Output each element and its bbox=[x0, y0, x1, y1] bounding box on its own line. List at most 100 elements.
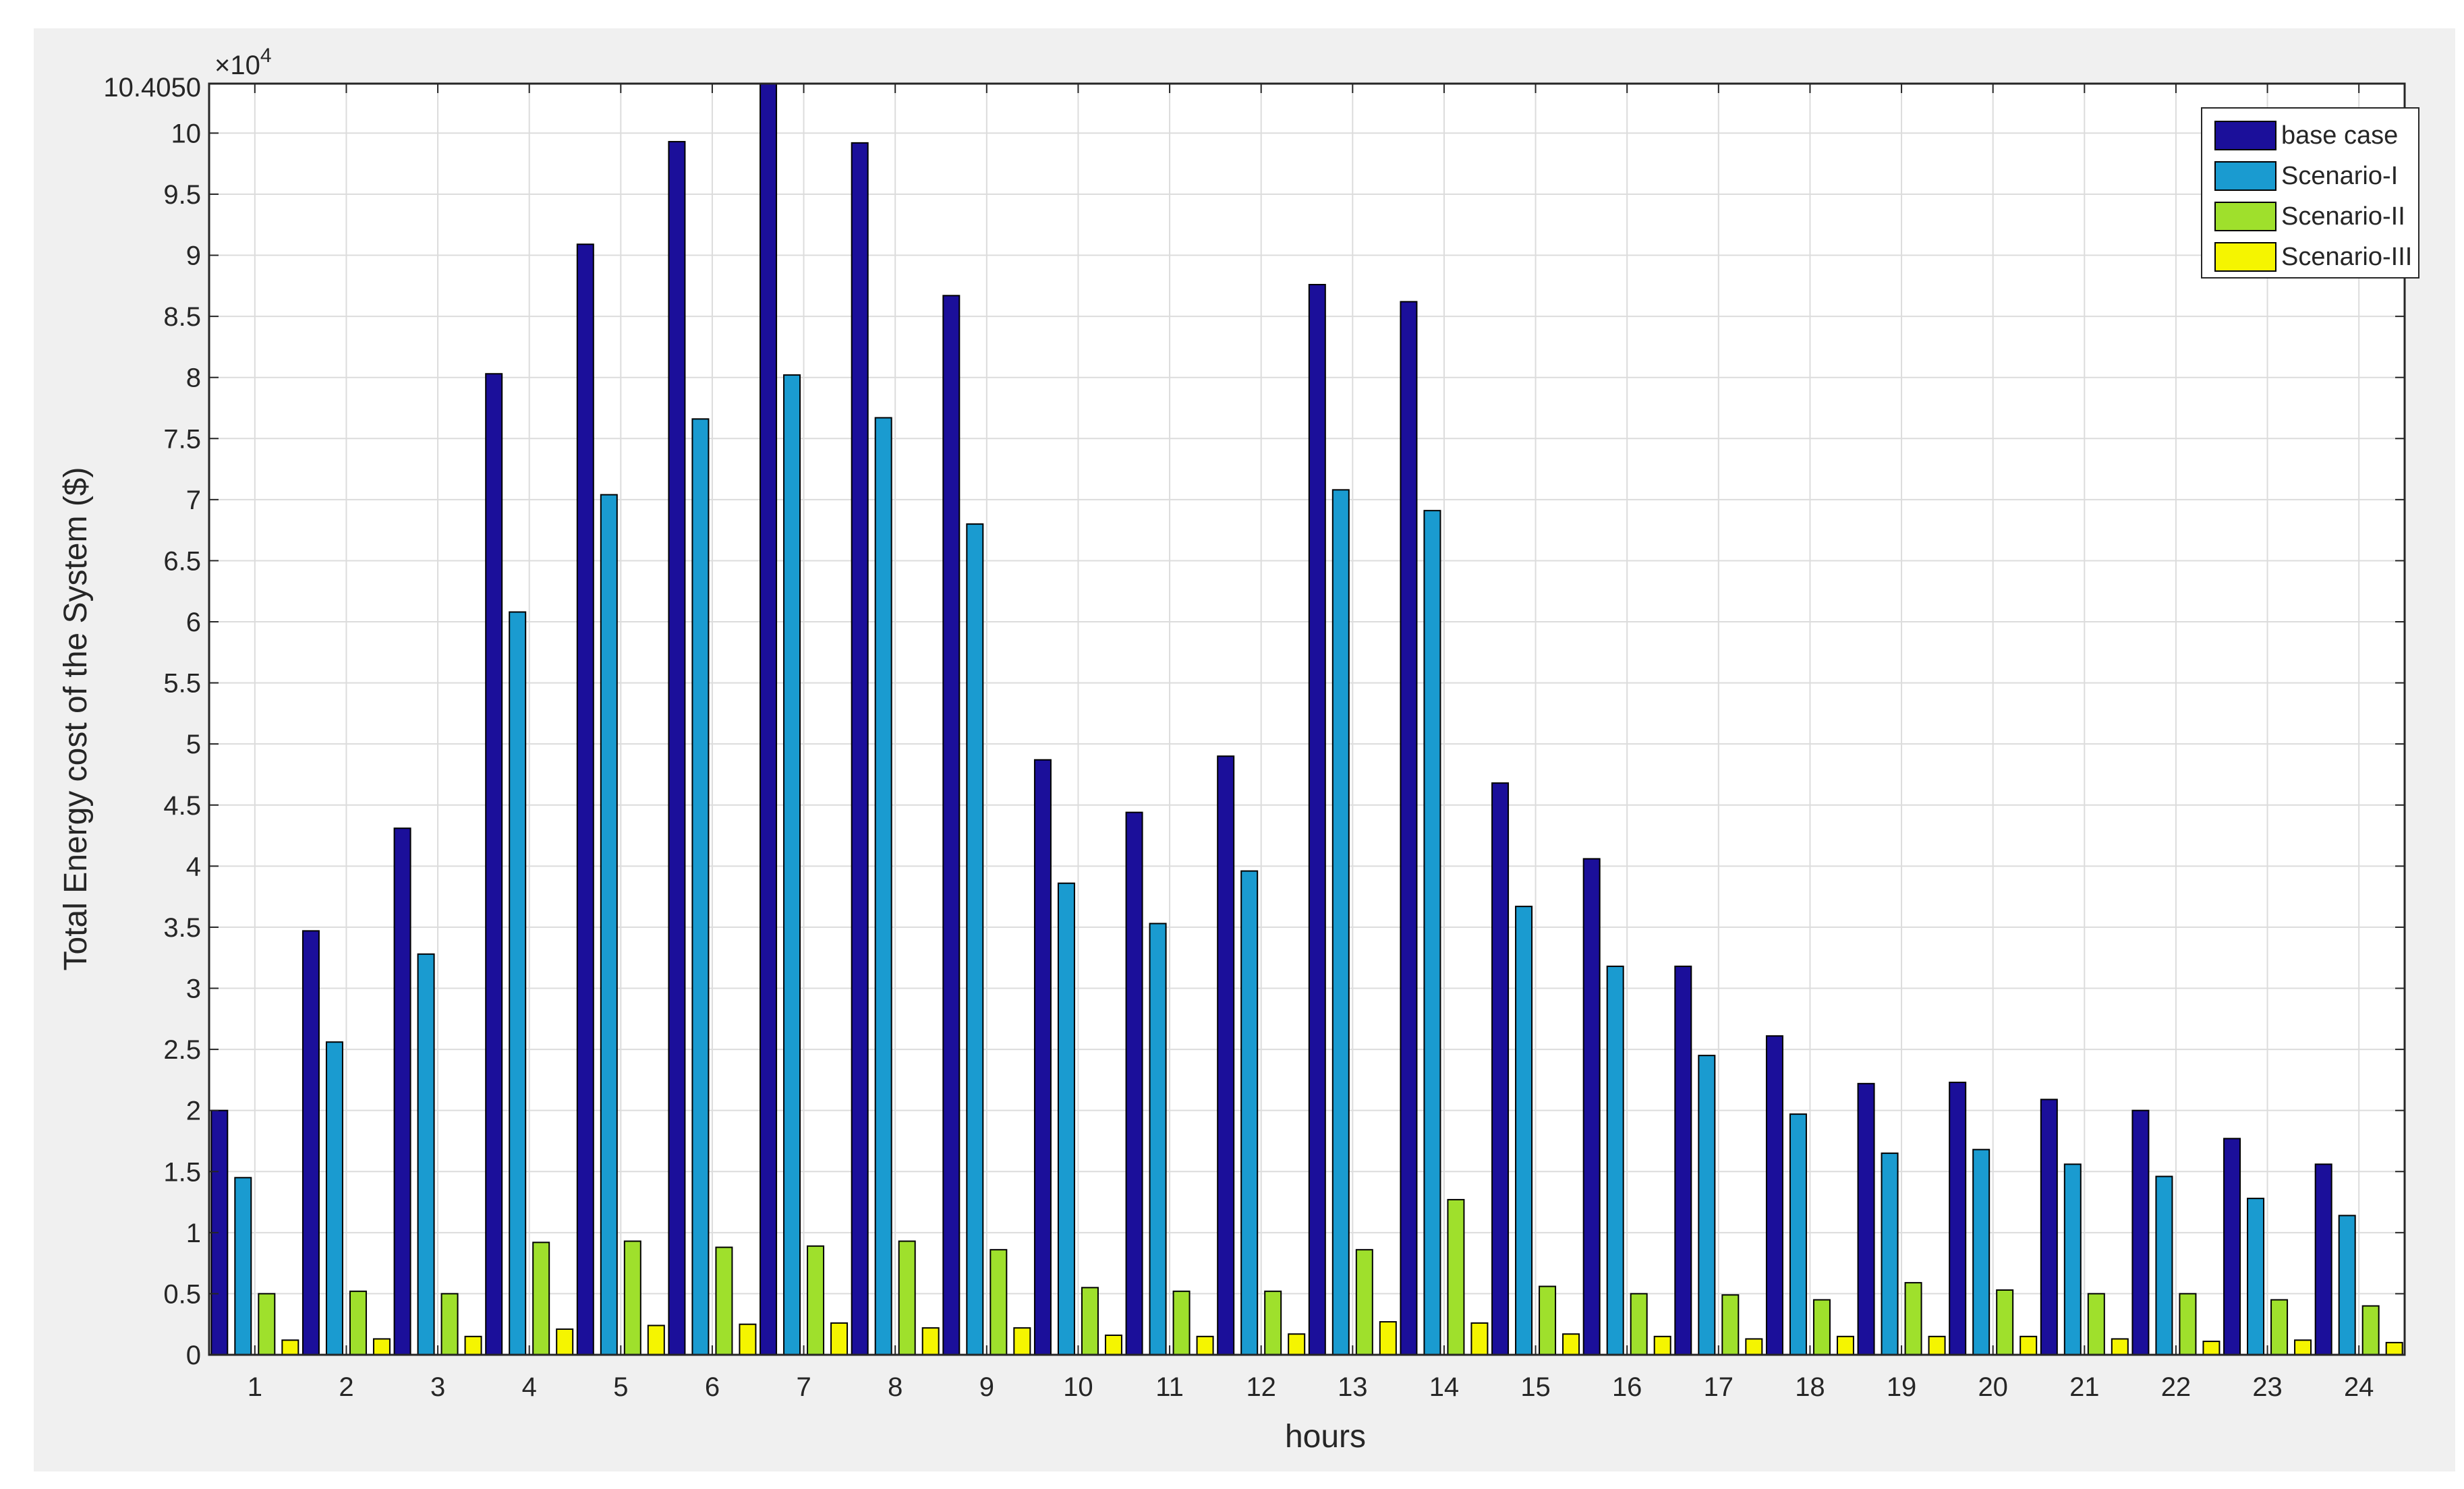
bar-scenario-i-hour-1 bbox=[234, 1177, 252, 1356]
y-tick-label: 3 bbox=[186, 974, 201, 1004]
x-tick-label: 2 bbox=[339, 1372, 353, 1402]
bar-scenario-ii-hour-14 bbox=[1447, 1198, 1465, 1355]
legend-label: Scenario-III bbox=[2281, 243, 2412, 271]
bar-scenario-ii-hour-18 bbox=[1812, 1299, 1831, 1355]
bar-base-case-hour-13 bbox=[1308, 284, 1326, 1356]
legend-label: Scenario-I bbox=[2281, 162, 2398, 190]
bar-scenario-ii-hour-9 bbox=[990, 1249, 1008, 1356]
bar-base-case-hour-5 bbox=[576, 243, 594, 1355]
bar-scenario-iii-hour-6 bbox=[739, 1323, 757, 1355]
y-tick-label: 1 bbox=[186, 1219, 201, 1248]
bar-scenario-iii-hour-19 bbox=[1928, 1335, 1946, 1355]
y-tick-label: 5 bbox=[186, 730, 201, 759]
bar-scenario-iii-hour-9 bbox=[1013, 1327, 1031, 1356]
bar-scenario-iii-hour-5 bbox=[647, 1324, 665, 1355]
bar-base-case-hour-24 bbox=[2314, 1163, 2332, 1355]
x-tick-label: 16 bbox=[1612, 1372, 1642, 1402]
bar-scenario-ii-hour-6 bbox=[715, 1246, 733, 1356]
bar-scenario-i-hour-17 bbox=[1698, 1055, 1716, 1355]
y-tick-label: 9 bbox=[186, 241, 201, 271]
legend-label: base case bbox=[2281, 121, 2398, 150]
y-tick-label: 9.5 bbox=[163, 180, 201, 210]
bar-base-case-hour-15 bbox=[1491, 782, 1510, 1355]
x-tick-label: 8 bbox=[888, 1372, 902, 1402]
legend-swatch bbox=[2214, 121, 2276, 150]
bar-base-case-hour-7 bbox=[760, 83, 778, 1355]
bar-scenario-i-hour-19 bbox=[1881, 1152, 1899, 1355]
bar-scenario-ii-hour-15 bbox=[1539, 1285, 1557, 1356]
bar-scenario-iii-hour-13 bbox=[1379, 1321, 1397, 1356]
bar-scenario-i-hour-11 bbox=[1149, 923, 1167, 1356]
bar-chart: 0 0.5 1 1.5 2 2.5 3 3.5 4 4.5 5 5.5 6 6.5 7 7.5 8 8.5 9 9.5… bbox=[58, 45, 2419, 1455]
y-tick-label: 7.5 bbox=[163, 424, 201, 454]
bar-scenario-iii-hour-12 bbox=[1288, 1333, 1306, 1355]
bar-scenario-iii-hour-1 bbox=[281, 1339, 299, 1356]
bar-scenario-iii-hour-14 bbox=[1470, 1322, 1489, 1356]
x-tick-label: 17 bbox=[1704, 1372, 1734, 1402]
bar-scenario-ii-hour-20 bbox=[1996, 1289, 2014, 1355]
bar-scenario-iii-hour-18 bbox=[1836, 1335, 1854, 1355]
bar-scenario-iii-hour-8 bbox=[921, 1327, 940, 1356]
x-tick-label: 9 bbox=[979, 1372, 994, 1402]
bar-scenario-i-hour-2 bbox=[325, 1041, 343, 1356]
y-tick-label: 0 bbox=[186, 1341, 201, 1370]
bar-scenario-i-hour-10 bbox=[1057, 882, 1075, 1355]
bar-base-case-hour-3 bbox=[393, 827, 411, 1355]
bar-scenario-ii-hour-17 bbox=[1721, 1294, 1740, 1356]
bar-scenario-ii-hour-16 bbox=[1630, 1293, 1648, 1356]
bar-base-case-hour-6 bbox=[668, 141, 686, 1356]
bar-base-case-hour-12 bbox=[1217, 755, 1235, 1355]
bar-scenario-ii-hour-3 bbox=[440, 1293, 459, 1356]
y-tick-label: 0.5 bbox=[163, 1279, 201, 1309]
x-tick-label: 6 bbox=[705, 1372, 720, 1402]
bar-base-case-hour-19 bbox=[1857, 1082, 1875, 1355]
y-tick-label: 7 bbox=[186, 486, 201, 515]
bar-scenario-iii-hour-2 bbox=[372, 1338, 391, 1356]
bar-scenario-i-hour-14 bbox=[1423, 510, 1441, 1356]
bar-scenario-ii-hour-10 bbox=[1081, 1287, 1099, 1355]
bar-scenario-ii-hour-7 bbox=[807, 1245, 825, 1355]
x-tick-label: 1 bbox=[248, 1372, 262, 1402]
bar-scenario-ii-hour-2 bbox=[349, 1290, 367, 1355]
y-tick-label: 5.5 bbox=[163, 669, 201, 699]
bar-base-case-hour-11 bbox=[1125, 811, 1143, 1355]
bar-base-case-hour-22 bbox=[2131, 1109, 2150, 1355]
y-tick-label: 4.5 bbox=[163, 791, 201, 821]
bar-scenario-i-hour-8 bbox=[874, 417, 892, 1355]
x-tick-label: 13 bbox=[1338, 1372, 1368, 1402]
legend-swatch bbox=[2214, 242, 2276, 272]
y-tick-label: 3.5 bbox=[163, 913, 201, 943]
bar-scenario-iii-hour-11 bbox=[1196, 1335, 1214, 1355]
bar-scenario-i-hour-9 bbox=[966, 523, 984, 1355]
bar-scenario-i-hour-15 bbox=[1515, 906, 1533, 1356]
bar-scenario-ii-hour-1 bbox=[258, 1293, 276, 1356]
bar-base-case-hour-2 bbox=[302, 930, 320, 1355]
bar-scenario-ii-hour-19 bbox=[1904, 1282, 1922, 1356]
x-tick-label: 20 bbox=[1978, 1372, 2008, 1402]
bar-base-case-hour-8 bbox=[851, 142, 869, 1355]
bar-scenario-ii-hour-4 bbox=[532, 1242, 550, 1355]
bar-base-case-hour-9 bbox=[942, 295, 961, 1355]
bar-scenario-i-hour-20 bbox=[1972, 1148, 1990, 1356]
x-tick-label: 24 bbox=[2344, 1372, 2374, 1402]
bar-scenario-i-hour-18 bbox=[1789, 1113, 1807, 1356]
bar-scenario-ii-hour-11 bbox=[1172, 1290, 1191, 1355]
bar-scenario-i-hour-21 bbox=[2063, 1163, 2082, 1355]
bar-base-case-hour-23 bbox=[2223, 1138, 2241, 1355]
bar-scenario-iii-hour-17 bbox=[1745, 1338, 1763, 1356]
y-tick-label: 8.5 bbox=[163, 302, 201, 332]
legend-label: Scenario-II bbox=[2281, 202, 2405, 231]
x-tick-label: 18 bbox=[1795, 1372, 1825, 1402]
x-tick-label: 4 bbox=[522, 1372, 537, 1402]
bar-scenario-i-hour-23 bbox=[2247, 1198, 2265, 1355]
y-tick-label: 6.5 bbox=[163, 546, 201, 576]
bar-scenario-i-hour-16 bbox=[1606, 965, 1624, 1355]
bar-scenario-iii-hour-4 bbox=[556, 1328, 574, 1356]
bar-scenario-ii-hour-21 bbox=[2087, 1293, 2105, 1356]
y-tick-label: 1.5 bbox=[163, 1157, 201, 1187]
bar-scenario-i-hour-7 bbox=[783, 374, 801, 1356]
bar-base-case-hour-17 bbox=[1674, 965, 1692, 1355]
x-tick-label: 19 bbox=[1887, 1372, 1917, 1402]
legend-swatch bbox=[2214, 202, 2276, 231]
bar-scenario-i-hour-5 bbox=[600, 494, 618, 1355]
